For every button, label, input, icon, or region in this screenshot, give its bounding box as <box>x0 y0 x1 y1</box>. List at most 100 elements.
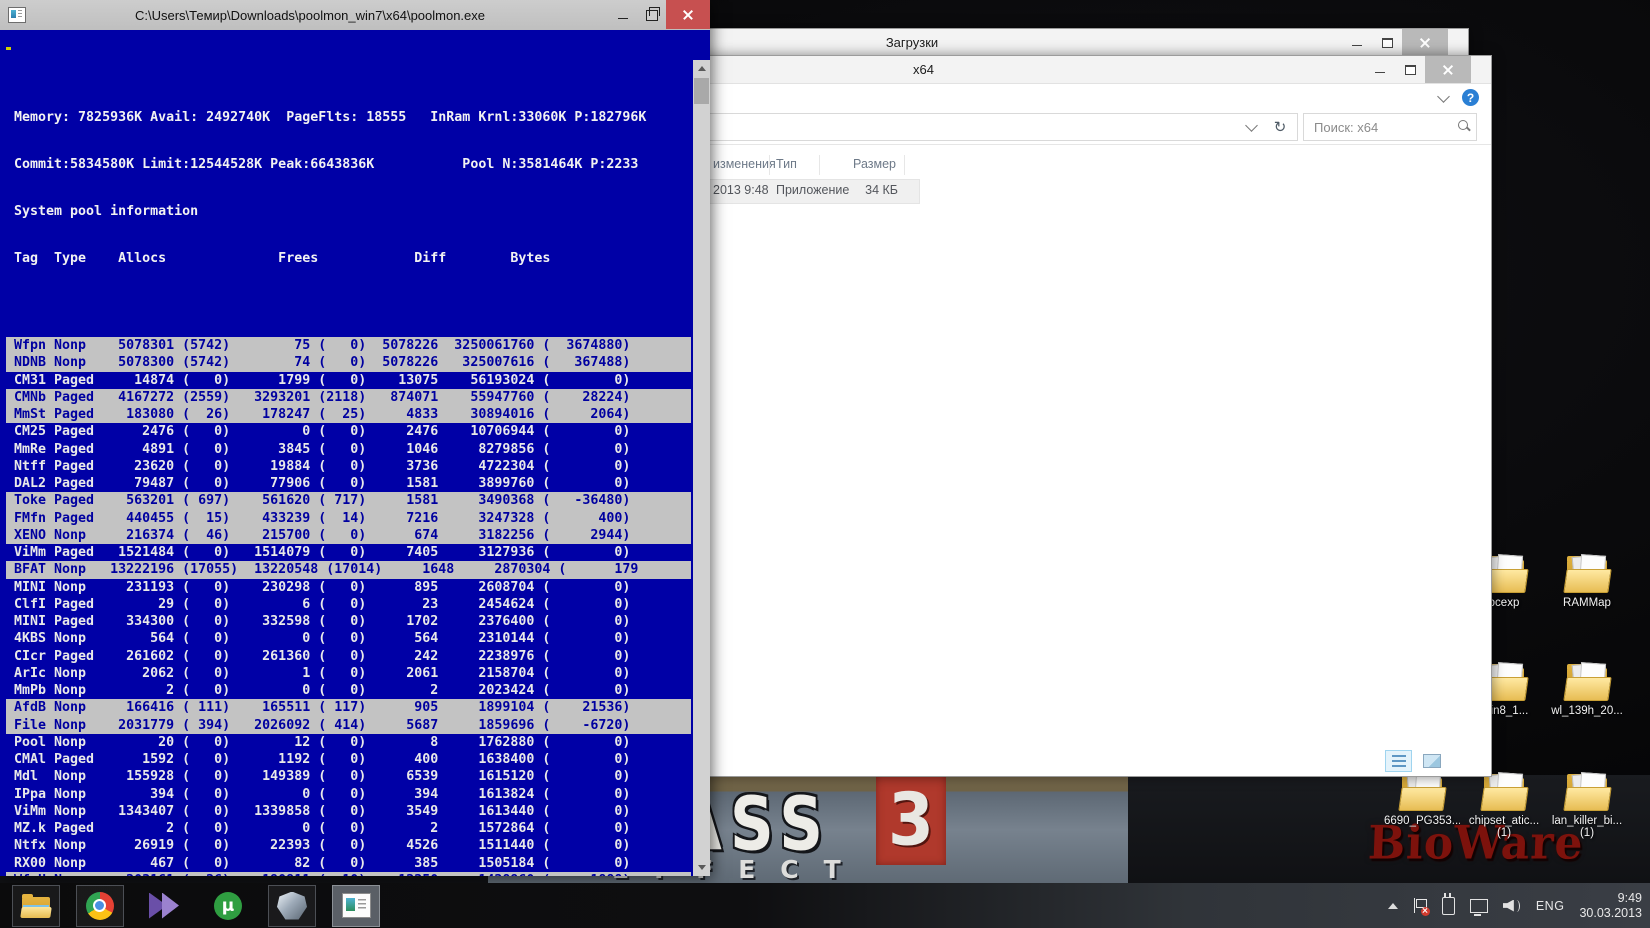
tray-expand-icon[interactable] <box>1388 903 1398 909</box>
column-separator <box>769 155 770 175</box>
pool-row-4KBS: 4KBS Nonp 564 ( 0) 0 ( 0) 564 2310144 ( … <box>6 630 691 647</box>
console-minimize-button[interactable] <box>608 0 637 29</box>
pool-row-BFAT: BFAT Nonp 13222196 (17055) 13220548 (170… <box>6 561 691 578</box>
console-close-button[interactable] <box>666 0 710 29</box>
scroll-up-button[interactable] <box>693 60 710 77</box>
desktop-icon-sublabel: (1) <box>1466 827 1542 839</box>
starcraft-icon <box>277 892 307 920</box>
pool-row-DAL2: DAL2 Paged 79487 ( 0) 77906 ( 0) 1581 38… <box>6 475 691 492</box>
pool-row-ViMm: ViMm Nonp 1343407 ( 0) 1339858 ( 0) 3549… <box>6 803 691 820</box>
pool-row-NDNB: NDNB Nonp 5078300 (5742) 74 ( 0) 5078226… <box>6 354 691 371</box>
taskbar-utorrent-button[interactable]: µ <box>204 885 252 927</box>
details-view-button[interactable] <box>1385 750 1412 772</box>
x64-minimize-button[interactable] <box>1365 56 1395 83</box>
pool-row-MmPb: MmPb Nonp 2 ( 0) 0 ( 0) 2 2023424 ( 0) <box>6 682 691 699</box>
console-summary: Memory: 7825936K Avail: 2492740K PageFlt… <box>6 79 691 297</box>
console-app-icon <box>342 893 371 918</box>
desktop-icon-label: chipset_atic... <box>1466 815 1542 827</box>
clock[interactable]: 9:49 30.03.2013 <box>1579 891 1642 921</box>
power-icon[interactable] <box>1442 897 1455 915</box>
column-header-size[interactable]: Размер <box>826 157 896 171</box>
downloads-minimize-button[interactable] <box>1342 29 1372 56</box>
x64-window-title: x64 <box>913 62 934 77</box>
console-table-header: Tag Type Allocs Frees Diff Bytes <box>6 250 691 267</box>
window-poolmon-console: C:\Users\Темир\Downloads\poolmon_win7\x6… <box>0 0 710 876</box>
refresh-button[interactable]: ↻ <box>1263 113 1298 141</box>
pool-row-File: File Nonp 2031779 ( 394) 2026092 ( 414) … <box>6 717 691 734</box>
desktop-folder-4[interactable]: 6690_PG353... <box>1384 770 1460 827</box>
address-dropdown-chevron-icon[interactable] <box>1245 119 1258 132</box>
pool-row-MINI: MINI Nonp 231193 ( 0) 230298 ( 0) 895 26… <box>6 579 691 596</box>
taskbar: µ ENG 9:49 30.03.2013 <box>0 883 1650 928</box>
taskbar-chrome-button[interactable] <box>76 885 124 927</box>
x64-maximize-button[interactable] <box>1395 56 1425 83</box>
downloads-maximize-button[interactable] <box>1372 29 1402 56</box>
console-scrollbar[interactable] <box>693 60 710 876</box>
folder-icon <box>1563 660 1611 702</box>
pool-row-CMNb: CMNb Paged 4167272 (2559) 3293201 (2118)… <box>6 389 691 406</box>
search-input[interactable] <box>1312 115 1446 139</box>
desktop-folder-6[interactable]: lan_killer_bi...(1) <box>1549 770 1625 839</box>
scroll-down-button[interactable] <box>693 859 710 876</box>
pool-row-Ntff: Ntff Paged 23620 ( 0) 19884 ( 0) 3736 47… <box>6 458 691 475</box>
downloads-close-button[interactable] <box>1402 29 1448 56</box>
pool-row-Mdl: Mdl Nonp 155928 ( 0) 149389 ( 0) 6539 16… <box>6 768 691 785</box>
mass-effect-3-badge: 3 <box>876 775 946 865</box>
pool-row-CIcr: CIcr Paged 261602 ( 0) 261360 ( 0) 242 2… <box>6 648 691 665</box>
thumbnail-view-button[interactable] <box>1418 750 1445 772</box>
details-view-icon <box>1392 755 1406 767</box>
file-explorer-icon <box>21 894 51 918</box>
desktop-folder-5[interactable]: chipset_atic...(1) <box>1466 770 1542 839</box>
system-tray: ENG 9:49 30.03.2013 <box>1388 883 1642 928</box>
console-rows: Wfpn Nonp 5078301 (5742) 75 ( 0) 5078226… <box>6 337 691 876</box>
column-header-modified[interactable]: изменения <box>713 157 776 171</box>
pool-row-Pool: Pool Nonp 20 ( 0) 12 ( 0) 8 1762880 ( 0) <box>6 734 691 751</box>
pool-row-XENO: XENO Nonp 216374 ( 46) 215700 ( 0) 674 3… <box>6 527 691 544</box>
action-center-flag-icon[interactable] <box>1413 898 1427 914</box>
downloads-window-title: Загрузки <box>886 35 938 50</box>
pool-row-CM31: CM31 Paged 14874 ( 0) 1799 ( 0) 13075 56… <box>6 372 691 389</box>
close-icon <box>683 10 693 20</box>
console-client-area: Memory: 7825936K Avail: 2492740K PageFlt… <box>0 30 710 876</box>
desktop-folder-3[interactable]: wl_139h_20... <box>1549 660 1625 717</box>
column-separator <box>904 155 905 175</box>
volume-icon[interactable] <box>1503 898 1521 914</box>
x64-close-button[interactable] <box>1425 56 1471 83</box>
tray-time: 9:49 <box>1579 891 1642 906</box>
search-box[interactable] <box>1303 113 1477 141</box>
scrollbar-thumb[interactable] <box>694 78 709 104</box>
file-modified-date: 2013 9:48 <box>713 183 769 197</box>
pool-row-WfpH: WfpH Nonp 203161 ( 26) 190911 ( 10) 1225… <box>6 872 691 876</box>
tray-date: 30.03.2013 <box>1579 906 1642 921</box>
network-icon[interactable] <box>1470 899 1488 913</box>
desktop-icon-label: 6690_PG353... <box>1384 815 1460 827</box>
pool-row-IPpa: IPpa Nonp 394 ( 0) 0 ( 0) 394 1613824 ( … <box>6 786 691 803</box>
console-window-title: C:\Users\Темир\Downloads\poolmon_win7\x6… <box>0 8 620 23</box>
pool-row-MmSt: MmSt Paged 183080 ( 26) 178247 ( 25) 483… <box>6 406 691 423</box>
pool-row-MINI: MINI Paged 334300 ( 0) 332598 ( 0) 1702 … <box>6 613 691 630</box>
taskbar-kmplayer-button[interactable] <box>140 885 188 927</box>
close-icon <box>1443 65 1453 75</box>
arrow-down-icon <box>698 865 706 870</box>
pool-row-CM25: CM25 Paged 2476 ( 0) 0 ( 0) 2476 1070694… <box>6 423 691 440</box>
taskbar-console-button[interactable] <box>332 885 380 927</box>
help-button[interactable]: ? <box>1462 89 1479 106</box>
kmplayer-icon <box>149 893 179 919</box>
pool-row-CMAl: CMAl Paged 1592 ( 0) 1192 ( 0) 400 16384… <box>6 751 691 768</box>
desktop-folder-1[interactable]: RAMMap <box>1549 552 1625 609</box>
console-title-bar[interactable]: C:\Users\Темир\Downloads\poolmon_win7\x6… <box>0 0 710 30</box>
taskbar-starcraft-button[interactable] <box>268 885 316 927</box>
ribbon-expand-chevron-icon[interactable] <box>1437 90 1450 103</box>
pool-row-ArIc: ArIc Nonp 2062 ( 0) 1 ( 0) 2061 2158704 … <box>6 665 691 682</box>
utorrent-icon: µ <box>214 892 242 920</box>
pool-row-ViMm: ViMm Paged 1521484 ( 0) 1514079 ( 0) 740… <box>6 544 691 561</box>
column-header-type[interactable]: Тип <box>776 157 797 171</box>
taskbar-file-explorer-button[interactable] <box>12 885 60 927</box>
pool-row-AfdB: AfdB Nonp 166416 ( 111) 165511 ( 117) 90… <box>6 699 691 716</box>
console-restore-button[interactable] <box>637 0 666 29</box>
pool-row-ClfI: ClfI Paged 29 ( 0) 6 ( 0) 23 2454624 ( 0… <box>6 596 691 613</box>
language-indicator[interactable]: ENG <box>1536 899 1565 913</box>
console-cursor <box>6 47 11 50</box>
pool-row-MmRe: MmRe Paged 4891 ( 0) 3845 ( 0) 1046 8279… <box>6 441 691 458</box>
search-icon[interactable] <box>1458 120 1468 130</box>
